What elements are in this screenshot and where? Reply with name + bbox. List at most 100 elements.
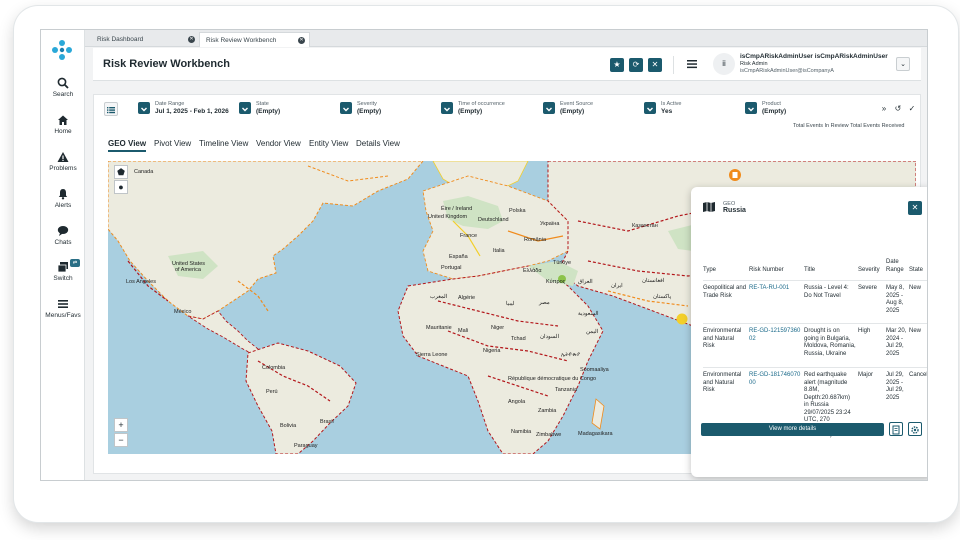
nav-problems-label: Problems: [49, 165, 77, 172]
menu-icon: [58, 300, 68, 308]
polygon-icon: ⬟: [117, 167, 125, 177]
tab-vendor-view[interactable]: Vendor View: [256, 139, 301, 148]
draw-circle-button[interactable]: ●: [114, 180, 128, 194]
map-label: Perú: [266, 389, 278, 395]
landmass-south-america: [245, 342, 357, 454]
map-label: Україна: [540, 221, 560, 227]
map-label: Italia: [493, 248, 505, 254]
avatar[interactable]: ii: [713, 53, 735, 75]
map-label: Bolivia: [280, 423, 297, 429]
nav-problems[interactable]: Problems: [41, 151, 85, 172]
menu-icon[interactable]: [687, 59, 697, 69]
user-menu-button[interactable]: ⌄: [896, 57, 910, 71]
map-label: اليمن: [586, 329, 599, 335]
tab-entity-view[interactable]: Entity View: [309, 139, 348, 148]
close-icon: ✕: [911, 203, 919, 212]
map-label: ليبيا: [506, 301, 515, 307]
filter-label: Time of occurrence: [458, 101, 505, 107]
table-cell: Environmental and Natural Risk: [703, 372, 742, 393]
chevron-down-icon[interactable]: [441, 102, 453, 114]
table-cell: Drought is on going in Bulgaria, Moldova…: [804, 328, 856, 357]
chevron-down-icon[interactable]: [543, 102, 555, 114]
filter-list-button[interactable]: [104, 102, 118, 116]
app-logo[interactable]: [49, 37, 75, 63]
filter-label: Product: [762, 101, 781, 107]
filter-value: Jul 1, 2025 - Feb 1, 2026: [155, 108, 229, 115]
nav-search[interactable]: Search: [41, 77, 85, 98]
map-label: România: [524, 237, 547, 243]
chevron-down-icon[interactable]: [340, 102, 352, 114]
map-label: Türkiye: [553, 260, 572, 266]
map-label: ኢትዮጵያ: [561, 352, 580, 358]
user-role: Risk Admin: [740, 61, 768, 67]
nav-alerts[interactable]: Alerts: [41, 188, 85, 209]
tab-geo-view[interactable]: GEO View: [108, 139, 147, 152]
map-label: Mauritanie: [426, 325, 452, 331]
tab-risk-review-workbench[interactable]: Risk Review Workbench ✕: [199, 32, 310, 47]
map-label: ایران: [611, 283, 623, 289]
map-label: Zimbabwe: [536, 432, 562, 438]
nav-switch[interactable]: ⇄ Switch: [41, 259, 85, 282]
map-label: السودان: [540, 334, 559, 340]
tab-pivot-view[interactable]: Pivot View: [154, 139, 191, 148]
filter-value: (Empty): [560, 108, 585, 115]
chevron-down-icon: ⌄: [900, 61, 906, 68]
map-label: France: [460, 233, 478, 239]
zoom-out-button[interactable]: −: [114, 433, 128, 447]
chevron-down-icon[interactable]: [644, 102, 656, 114]
map-label: Portugal: [441, 265, 462, 271]
switch-icon: [57, 262, 68, 273]
tab-timeline-view[interactable]: Timeline View: [199, 139, 248, 148]
nav-chats[interactable]: Chats: [41, 225, 85, 246]
close-icon[interactable]: ✕: [298, 37, 305, 44]
tab-details-view[interactable]: Details View: [356, 139, 400, 148]
refresh-button[interactable]: ⟳: [629, 58, 643, 72]
close-card-button[interactable]: ✕: [908, 201, 922, 215]
column-header[interactable]: State: [909, 267, 923, 275]
column-header[interactable]: Type: [703, 267, 716, 275]
reset-icon[interactable]: ↺: [892, 103, 904, 115]
column-header[interactable]: Title: [804, 267, 815, 275]
map-label: Canada: [134, 169, 154, 175]
window-tab-strip: Risk Dashboard ✕ Risk Review Workbench ✕: [85, 30, 927, 47]
list-icon: [107, 107, 115, 114]
document-button[interactable]: [889, 422, 903, 436]
switch-badge-icon: ⇄: [70, 259, 80, 267]
map-label: Nigeria: [483, 348, 501, 354]
apply-check-icon[interactable]: ✓: [906, 103, 918, 115]
chevron-down-icon[interactable]: [239, 102, 251, 114]
nav-home[interactable]: Home: [41, 114, 85, 135]
tab-risk-review-workbench-label: Risk Review Workbench: [206, 37, 277, 44]
collapse-filters-icon[interactable]: »: [878, 103, 890, 115]
draw-polygon-button[interactable]: ⬟: [114, 165, 128, 179]
nav-menus[interactable]: Menus/Favs: [41, 298, 85, 319]
column-header[interactable]: Risk Number: [749, 267, 784, 275]
favorite-button[interactable]: ★: [610, 58, 624, 72]
close-icon: ✕: [651, 60, 659, 69]
settings-button[interactable]: [908, 422, 922, 436]
column-header[interactable]: Date Range: [886, 259, 908, 274]
risk-number-link[interactable]: RE-GD-18174607000: [749, 372, 801, 387]
zoom-in-button[interactable]: +: [114, 418, 128, 432]
chevron-down-icon[interactable]: [138, 102, 150, 114]
warning-icon: [57, 152, 69, 162]
close-page-button[interactable]: ✕: [648, 58, 662, 72]
tab-risk-dashboard-label: Risk Dashboard: [97, 36, 144, 43]
map-label: Paraguay: [294, 443, 318, 449]
chevron-down-icon[interactable]: [745, 102, 757, 114]
filter-value: Yes: [661, 108, 673, 115]
landmass-africa: [397, 265, 604, 454]
table-cell: New: [909, 328, 922, 334]
tab-risk-dashboard[interactable]: Risk Dashboard ✕: [91, 32, 199, 47]
map-label: Ελλάδα: [523, 268, 542, 274]
column-header[interactable]: Severity: [858, 267, 880, 275]
map-label: of America: [175, 267, 201, 273]
map-label: المغرب: [430, 294, 448, 300]
view-more-details-button[interactable]: View more details: [701, 423, 884, 436]
risk-number-link[interactable]: RE-TA-RU-001: [749, 285, 801, 293]
close-icon[interactable]: ✕: [188, 36, 195, 43]
map-label: مصر: [539, 300, 550, 306]
filter-value: (Empty): [357, 108, 382, 115]
risk-number-link[interactable]: RE-GD-12159736002: [749, 328, 801, 343]
star-icon: ★: [613, 60, 621, 69]
